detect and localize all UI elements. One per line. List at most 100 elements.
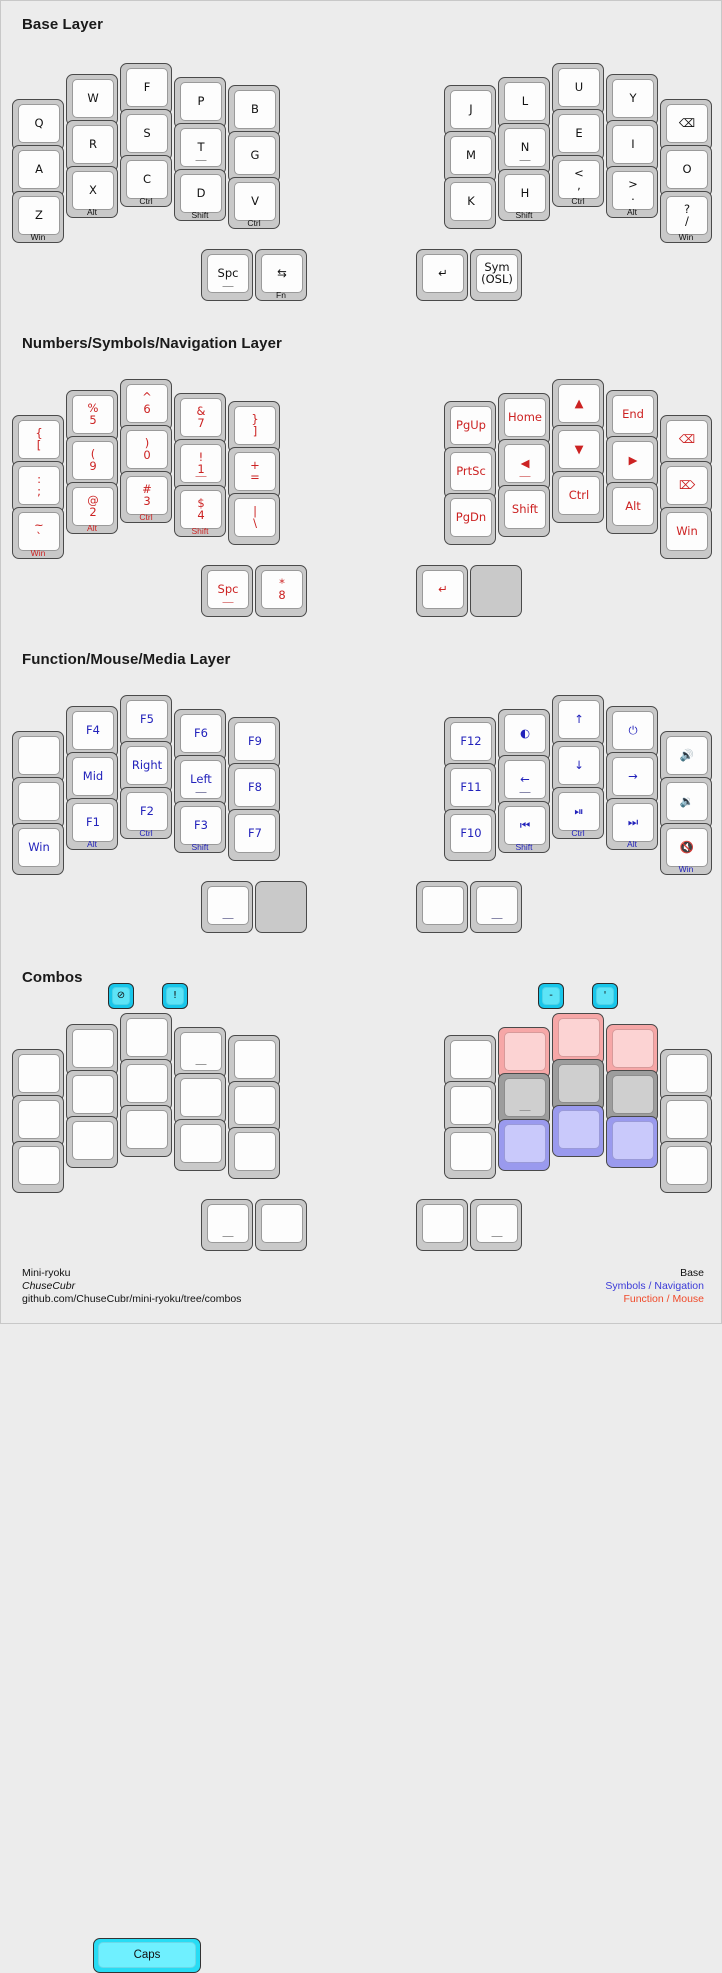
key[interactable]: $ 4 Shift	[174, 485, 226, 537]
key[interactable]	[12, 1141, 64, 1193]
key[interactable]: # 3 Ctrl	[120, 471, 172, 523]
key[interactable]: ←	[498, 755, 550, 807]
key[interactable]	[444, 1081, 496, 1133]
key[interactable]: D Shift	[174, 169, 226, 221]
key[interactable]	[120, 1059, 172, 1111]
combo-badge-left-1[interactable]: !	[162, 983, 188, 1009]
key[interactable]	[255, 881, 307, 933]
key[interactable]: W	[66, 74, 118, 126]
key[interactable]: Right	[120, 741, 172, 793]
key[interactable]	[470, 881, 522, 933]
key[interactable]	[444, 1035, 496, 1087]
key[interactable]: ⌫	[660, 99, 712, 151]
key[interactable]	[174, 1119, 226, 1171]
key[interactable]	[552, 1105, 604, 1157]
key[interactable]: ↵	[416, 249, 468, 301]
key[interactable]	[552, 1059, 604, 1111]
key[interactable]: ⏭ Alt	[606, 798, 658, 850]
key[interactable]: Ctrl	[552, 471, 604, 523]
key[interactable]: ⌫	[660, 415, 712, 467]
key[interactable]: ◐	[498, 709, 550, 761]
key[interactable]	[255, 1199, 307, 1251]
key[interactable]: @ 2 Alt	[66, 482, 118, 534]
key[interactable]: V Ctrl	[228, 177, 280, 229]
key[interactable]: O	[660, 145, 712, 197]
key[interactable]: ! 1	[174, 439, 226, 491]
key[interactable]: I	[606, 120, 658, 172]
key[interactable]: F7	[228, 809, 280, 861]
key[interactable]: Q	[12, 99, 64, 151]
key[interactable]	[12, 1095, 64, 1147]
key[interactable]: E	[552, 109, 604, 161]
key[interactable]: End	[606, 390, 658, 442]
key[interactable]: ^ 6	[120, 379, 172, 431]
key[interactable]: F3 Shift	[174, 801, 226, 853]
key[interactable]: A	[12, 145, 64, 197]
key[interactable]	[470, 565, 522, 617]
key[interactable]	[12, 777, 64, 829]
key[interactable]	[498, 1027, 550, 1079]
key[interactable]: PgUp	[444, 401, 496, 453]
key[interactable]: R	[66, 120, 118, 172]
key[interactable]: P	[174, 77, 226, 129]
key[interactable]	[660, 1049, 712, 1101]
key[interactable]: ▼	[552, 425, 604, 477]
key[interactable]: F2 Ctrl	[120, 787, 172, 839]
key[interactable]	[552, 1013, 604, 1065]
key[interactable]: F6	[174, 709, 226, 761]
key[interactable]: ↑	[552, 695, 604, 747]
key[interactable]: Alt	[606, 482, 658, 534]
key[interactable]: ⏯ Ctrl	[552, 787, 604, 839]
key[interactable]: F	[120, 63, 172, 115]
key[interactable]: ↵	[416, 565, 468, 617]
key[interactable]: T	[174, 123, 226, 175]
key[interactable]: PrtSc	[444, 447, 496, 499]
key[interactable]: < , Ctrl	[552, 155, 604, 207]
key[interactable]: ↓	[552, 741, 604, 793]
key[interactable]	[660, 1141, 712, 1193]
key[interactable]	[660, 1095, 712, 1147]
key[interactable]: F11	[444, 763, 496, 815]
key[interactable]: & 7	[174, 393, 226, 445]
key[interactable]	[12, 1049, 64, 1101]
key[interactable]: { [	[12, 415, 64, 467]
key[interactable]: G	[228, 131, 280, 183]
key[interactable]: F12	[444, 717, 496, 769]
key[interactable]	[201, 881, 253, 933]
key[interactable]: Left	[174, 755, 226, 807]
key[interactable]: F5	[120, 695, 172, 747]
key[interactable]: U	[552, 63, 604, 115]
key[interactable]: ▲	[552, 379, 604, 431]
key[interactable]: ⇆ Fn	[255, 249, 307, 301]
key[interactable]: F10	[444, 809, 496, 861]
combo-badge-right-0[interactable]: -	[538, 983, 564, 1009]
key[interactable]	[416, 881, 468, 933]
key[interactable]	[228, 1081, 280, 1133]
key[interactable]: Spc	[201, 565, 253, 617]
key[interactable]: F1 Alt	[66, 798, 118, 850]
key[interactable]: M	[444, 131, 496, 183]
key[interactable]: ⌦	[660, 461, 712, 513]
key[interactable]	[174, 1027, 226, 1079]
key[interactable]	[606, 1024, 658, 1076]
key[interactable]	[66, 1024, 118, 1076]
key[interactable]	[12, 731, 64, 783]
key[interactable]	[228, 1035, 280, 1087]
key[interactable]	[498, 1073, 550, 1125]
key[interactable]: Home	[498, 393, 550, 445]
key[interactable]: J	[444, 85, 496, 137]
key[interactable]: | \	[228, 493, 280, 545]
key[interactable]: Shift	[498, 485, 550, 537]
key[interactable]	[120, 1105, 172, 1157]
key[interactable]: Spc	[201, 249, 253, 301]
key[interactable]: 🔉	[660, 777, 712, 829]
key[interactable]: C Ctrl	[120, 155, 172, 207]
key[interactable]: Win	[12, 823, 64, 875]
key[interactable]	[201, 1199, 253, 1251]
key[interactable]: K	[444, 177, 496, 229]
key[interactable]: X Alt	[66, 166, 118, 218]
key[interactable]: ▶	[606, 436, 658, 488]
key[interactable]	[228, 1127, 280, 1179]
combo-badge-right-1[interactable]: '	[592, 983, 618, 1009]
key[interactable]: + =	[228, 447, 280, 499]
